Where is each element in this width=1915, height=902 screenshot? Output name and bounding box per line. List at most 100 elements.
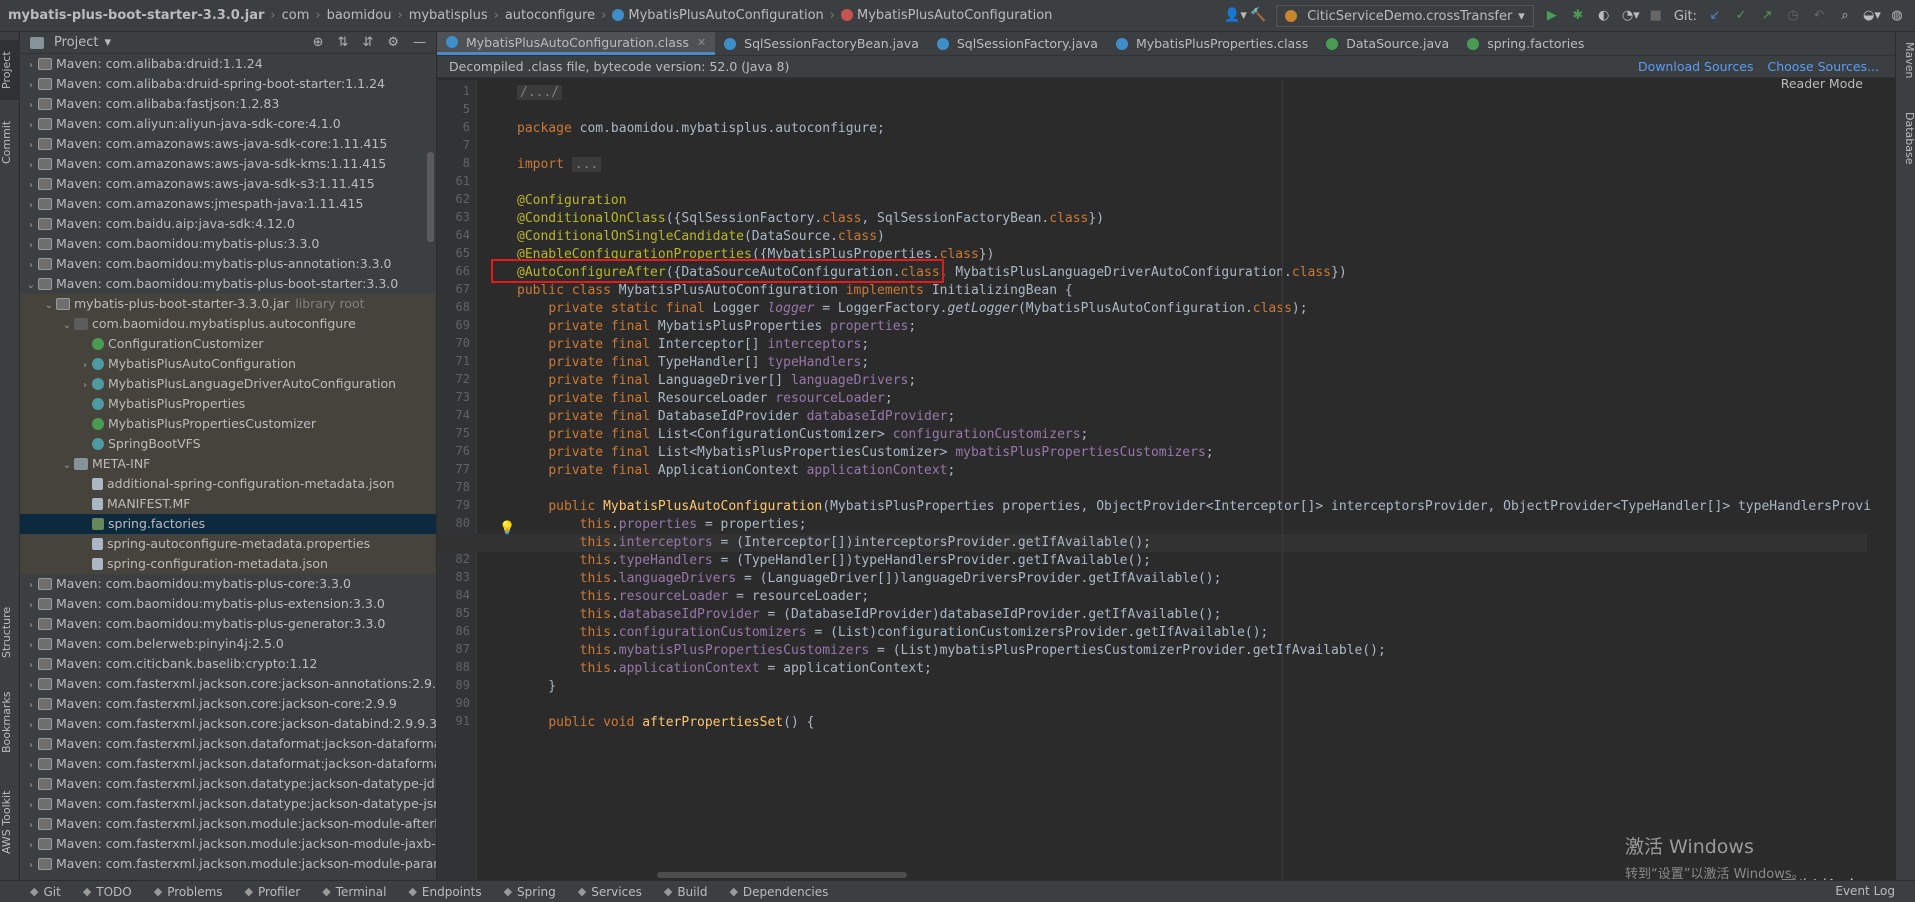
chevron-right-icon[interactable]: ›: [78, 376, 92, 396]
code-line[interactable]: this.interceptors = (Interceptor[])inter…: [437, 534, 1867, 552]
tree-item[interactable]: ⌄ Maven: com.baomidou:mybatis-plus-boot-s…: [20, 274, 436, 294]
git-commit-icon[interactable]: ✓: [1733, 8, 1749, 24]
tree-item[interactable]: › Maven: com.fasterxml.jackson.dataformat…: [20, 754, 436, 774]
lightbulb-icon[interactable]: 💡: [499, 521, 515, 536]
history-icon[interactable]: ◷: [1785, 8, 1801, 24]
bottom-tab-build[interactable]: ◆ Build: [664, 885, 708, 899]
tree-item[interactable]: › Maven: com.belerweb:pinyin4j:2.5.0: [20, 634, 436, 654]
tree-item[interactable]: MANIFEST.MF: [20, 494, 436, 514]
coverage-icon[interactable]: ◐: [1596, 8, 1612, 24]
code-line[interactable]: private final Interceptor[] interceptors…: [437, 336, 869, 354]
code-line[interactable]: this.typeHandlers = (TypeHandler[])typeH…: [437, 552, 1151, 570]
chevron-right-icon[interactable]: ›: [24, 716, 38, 736]
code-line[interactable]: private final LanguageDriver[] languageD…: [437, 372, 916, 390]
tree-item[interactable]: › Maven: com.alibaba:druid:1.1.24: [20, 54, 436, 74]
chevron-down-icon[interactable]: ⌄: [60, 316, 74, 336]
tool-tab-maven[interactable]: Maven: [1896, 42, 1915, 102]
breadcrumb-member[interactable]: MybatisPlusAutoConfiguration: [837, 8, 1056, 23]
code-view[interactable]: /.../ package com.baomidou.mybatisplus.au…: [437, 80, 1895, 880]
tree-item[interactable]: MybatisPlusPropertiesCustomizer: [20, 414, 436, 434]
bottom-tab-endpoints[interactable]: ◆ Endpoints: [408, 885, 481, 899]
tree-item[interactable]: › Maven: com.baidu.aip:java-sdk:4.12.0: [20, 214, 436, 234]
tool-tab-database[interactable]: Database: [1896, 112, 1915, 192]
code-line[interactable]: [437, 174, 517, 192]
chevron-right-icon[interactable]: ›: [24, 616, 38, 636]
chevron-right-icon[interactable]: ›: [24, 56, 38, 76]
breadcrumb-com[interactable]: com: [278, 8, 314, 23]
chevron-right-icon[interactable]: ›: [24, 156, 38, 176]
tree-item[interactable]: › Maven: com.amazonaws:aws-java-sdk-kms:1…: [20, 154, 436, 174]
tool-tab-project[interactable]: Project: [0, 40, 20, 100]
editor-tab[interactable]: spring.factories: [1458, 32, 1593, 55]
tree-item[interactable]: MybatisPlusProperties: [20, 394, 436, 414]
chevron-right-icon[interactable]: ›: [24, 636, 38, 656]
editor-tab[interactable]: SqlSessionFactory.java: [928, 32, 1107, 55]
code-line[interactable]: @AutoConfigureAfter({DataSourceAutoConfi…: [437, 264, 1347, 282]
editor-tab[interactable]: MybatisPlusAutoConfiguration.class ✕: [437, 32, 716, 55]
bottom-tab-problems[interactable]: ◆ Problems: [154, 885, 223, 899]
tool-tab-structure[interactable]: Structure: [0, 592, 20, 672]
code-line[interactable]: public class MybatisPlusAutoConfiguratio…: [437, 282, 1073, 300]
chevron-down-icon[interactable]: ⌄: [42, 296, 56, 316]
code-line[interactable]: /.../: [437, 84, 563, 102]
code-line[interactable]: private static final Logger logger = Log…: [437, 300, 1307, 318]
tool-tab-bookmarks[interactable]: Bookmarks: [0, 682, 20, 762]
settings-icon[interactable]: ◍: [1889, 8, 1905, 24]
chevron-down-icon[interactable]: ▾: [104, 35, 111, 50]
tree-item[interactable]: › Maven: com.amazonaws:aws-java-sdk-s3:1.…: [20, 174, 436, 194]
debug-icon[interactable]: ✱: [1570, 8, 1586, 24]
editor-tab[interactable]: SqlSessionFactoryBean.java: [715, 32, 928, 55]
tree-item[interactable]: › Maven: com.baomidou:mybatis-plus-core:3…: [20, 574, 436, 594]
tree-item[interactable]: › Maven: com.baomidou:mybatis-plus:3.3.0: [20, 234, 436, 254]
hammer-icon[interactable]: 🔨: [1250, 8, 1266, 24]
chevron-right-icon[interactable]: ›: [24, 216, 38, 236]
tree-item[interactable]: › Maven: com.amazonaws:jmespath-java:1.11…: [20, 194, 436, 214]
bottom-tab-dependencies[interactable]: ◆ Dependencies: [729, 885, 828, 899]
chevron-right-icon[interactable]: ›: [24, 576, 38, 596]
code-line[interactable]: public MybatisPlusAutoConfiguration(Myba…: [437, 498, 1871, 516]
chevron-right-icon[interactable]: ›: [24, 796, 38, 816]
project-title[interactable]: Project: [54, 35, 98, 50]
tree-item[interactable]: › Maven: com.baomidou:mybatis-plus-extens…: [20, 594, 436, 614]
chevron-right-icon[interactable]: ›: [24, 656, 38, 676]
chevron-right-icon[interactable]: ›: [24, 816, 38, 836]
tree-item[interactable]: › Maven: com.fasterxml.jackson.module:jac…: [20, 834, 436, 854]
chevron-right-icon[interactable]: ›: [24, 236, 38, 256]
chevron-right-icon[interactable]: ›: [24, 136, 38, 156]
bottom-tab-todo[interactable]: ◆ TODO: [83, 885, 132, 899]
chevron-right-icon[interactable]: ›: [24, 176, 38, 196]
tree-item[interactable]: › MybatisPlusAutoConfiguration: [20, 354, 436, 374]
tree-item[interactable]: › Maven: com.alibaba:druid-spring-boot-st…: [20, 74, 436, 94]
collapse-all-icon[interactable]: ⇵: [362, 35, 373, 50]
horizontal-scrollbar[interactable]: [657, 872, 907, 878]
choose-sources-link[interactable]: Choose Sources...: [1768, 59, 1880, 74]
code-line[interactable]: import ...: [437, 156, 602, 174]
reader-mode-toggle[interactable]: Reader Mode: [1781, 76, 1863, 91]
code-line[interactable]: private final List<MybatisPlusProperties…: [437, 444, 1213, 462]
chevron-right-icon[interactable]: ›: [24, 836, 38, 856]
tree-item[interactable]: spring.factories: [20, 514, 436, 534]
bottom-tab-spring[interactable]: ◆ Spring: [504, 885, 556, 899]
download-sources-link[interactable]: Download Sources: [1638, 59, 1754, 74]
code-line[interactable]: @EnableConfigurationProperties({MybatisP…: [437, 246, 994, 264]
tool-tab-commit[interactable]: Commit: [0, 112, 20, 172]
tree-item[interactable]: ⌄ mybatis-plus-boot-starter-3.3.0.jar libr…: [20, 294, 436, 314]
tree-item[interactable]: › Maven: com.fasterxml.jackson.core:jacks…: [20, 714, 436, 734]
bottom-tab-terminal[interactable]: ◆ Terminal: [322, 885, 386, 899]
gear-icon[interactable]: ⚙: [387, 35, 399, 50]
chevron-down-icon[interactable]: ⌄: [24, 276, 38, 296]
chevron-right-icon[interactable]: ›: [24, 676, 38, 696]
close-icon[interactable]: ✕: [697, 36, 706, 49]
expand-all-icon[interactable]: ⇅: [338, 35, 349, 50]
git-update-icon[interactable]: ↙: [1707, 8, 1723, 24]
code-line[interactable]: this.properties = properties;: [437, 516, 807, 534]
tree-item[interactable]: › Maven: com.fasterxml.jackson.dataformat…: [20, 734, 436, 754]
code-line[interactable]: @Configuration: [437, 192, 627, 210]
chevron-right-icon[interactable]: ›: [24, 596, 38, 616]
code-line[interactable]: this.configurationCustomizers = (List)co…: [437, 624, 1269, 642]
tree-item[interactable]: › Maven: com.baomidou:mybatis-plus-annota…: [20, 254, 436, 274]
code-line[interactable]: public void afterPropertiesSet() {: [437, 714, 814, 732]
tree-item[interactable]: › Maven: com.citicbank.baselib:crypto:1.1…: [20, 654, 436, 674]
chevron-down-icon[interactable]: ⌄: [60, 456, 74, 476]
tree-item[interactable]: › Maven: com.fasterxml.jackson.core:jacks…: [20, 694, 436, 714]
